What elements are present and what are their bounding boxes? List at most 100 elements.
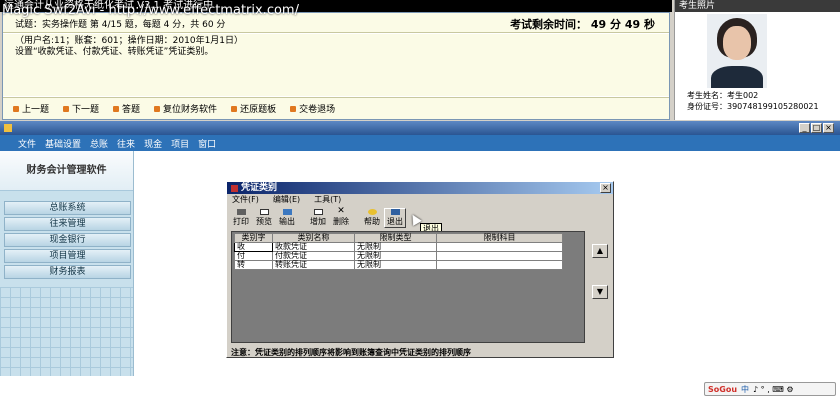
ime-toolbar[interactable]: SoGou 中 ♪ ° , ⌨ ⚙	[704, 382, 836, 396]
dialog-menu-file[interactable]: 文件(F)	[232, 194, 259, 205]
exam-timer: 考试剩余时间： 49 分 49 秒	[510, 18, 655, 31]
new-page-icon	[313, 209, 323, 215]
candidate-name: 考生姓名：考生002	[687, 91, 759, 100]
menu-general-ledger[interactable]: 总账	[90, 137, 108, 150]
print-label: 打印	[233, 217, 249, 226]
table-row[interactable]: 转 转账凭证 无限制	[234, 260, 563, 270]
orange-bullet-icon	[113, 105, 120, 112]
menu-cash[interactable]: 现金	[144, 137, 162, 150]
sidebar-item-reports[interactable]: 财务报表	[4, 265, 131, 279]
cell-limit-type[interactable]: 无限制	[354, 260, 437, 270]
close-app-button[interactable]: ×	[823, 123, 834, 133]
help-icon	[367, 209, 377, 215]
dialog-menu-edit[interactable]: 编辑(E)	[273, 194, 300, 205]
delete-x-icon: ✕	[337, 206, 345, 216]
menu-basic-settings[interactable]: 基础设置	[45, 137, 81, 150]
next-question-button[interactable]: 下一题	[63, 102, 99, 115]
dialog-icon	[231, 184, 238, 192]
move-up-button[interactable]: ▲	[592, 244, 608, 258]
help-label: 帮助	[364, 217, 380, 226]
app-title-bar: _ □ ×	[0, 121, 840, 135]
app-logo-icon	[4, 124, 12, 132]
orange-bullet-icon	[63, 105, 70, 112]
orange-bullet-icon	[290, 105, 297, 112]
dialog-note: 注意：凭证类别的排列顺序将影响到账簿查询中凭证类别的排列顺序	[231, 348, 471, 357]
menu-window[interactable]: 窗口	[198, 137, 216, 150]
preview-icon	[259, 209, 269, 215]
cell-limit-account[interactable]	[436, 251, 563, 261]
menu-project[interactable]: 项目	[171, 137, 189, 150]
dialog-toolbar: 打印 预览 输出 增加 ✕ 删除 帮助 退出 退出	[227, 204, 613, 234]
orange-bullet-icon	[13, 105, 19, 112]
dialog-menu-tools[interactable]: 工具(T)	[314, 194, 341, 205]
question-info: 试题：实务操作题 第 4/15 题，每题 4 分，共 60 分	[15, 20, 226, 30]
cell-limit-account[interactable]	[436, 260, 563, 270]
exam-window-title: 运通会计从业资格无纸化考试 V3.1 考试进行中	[0, 0, 672, 12]
window-controls: _ □ ×	[798, 123, 834, 133]
answer-label: 答题	[122, 105, 141, 115]
sidebar-item-cash-bank[interactable]: 现金银行	[4, 233, 131, 247]
help-button[interactable]: 帮助	[361, 208, 383, 228]
candidate-panel-title: 考生照片	[675, 0, 840, 12]
minimize-button[interactable]: _	[799, 123, 810, 133]
print-button[interactable]: 打印	[230, 208, 252, 228]
export-label: 输出	[279, 217, 295, 226]
exam-info-bar: 试题：实务操作题 第 4/15 题，每题 4 分，共 60 分 考试剩余时间： …	[3, 13, 669, 33]
submit-exit-button[interactable]: 交卷退场	[290, 102, 335, 115]
dialog-close-button[interactable]: ×	[600, 183, 611, 193]
sidebar-pattern	[0, 287, 133, 376]
maximize-button[interactable]: □	[811, 123, 822, 133]
add-button[interactable]: 增加	[307, 208, 329, 228]
export-button[interactable]: 输出	[276, 208, 298, 228]
question-body: （用户名:11；账套：601；操作日期：2010年1月1日） 设置“收款凭证、付…	[3, 34, 669, 96]
question-prompt: 设置“收款凭证、付款凭证、转账凭证”凭证类别。	[15, 47, 214, 57]
exit-button[interactable]: 退出	[384, 208, 406, 228]
sidebar-item-accounts[interactable]: 往来管理	[4, 217, 131, 231]
menu-accounts[interactable]: 往来	[117, 137, 135, 150]
move-down-button[interactable]: ▼	[592, 285, 608, 299]
sidebar: 财务会计管理软件 总账系统 往来管理 现金银行 项目管理 财务报表	[0, 151, 134, 376]
reset-software-label: 复位财务软件	[163, 105, 218, 115]
sidebar-item-general-ledger[interactable]: 总账系统	[4, 201, 131, 215]
exam-toolbar: 上一题 下一题 答题 复位财务软件 还原题板 交卷退场	[3, 97, 669, 119]
preview-button[interactable]: 预览	[253, 208, 275, 228]
dialog-title-bar: 凭证类别	[227, 182, 613, 194]
prev-question-button[interactable]: 上一题	[13, 102, 49, 115]
submit-exit-label: 交卷退场	[299, 105, 336, 115]
preview-label: 预览	[256, 217, 272, 226]
orange-bullet-icon	[231, 105, 238, 112]
voucher-type-table: 类别字 类别名称 限制类型 限制科目 收 收款凭证 无限制 付 付款凭证 无限制…	[234, 233, 563, 270]
ime-symbols-icon[interactable]: ♪ ° , ⌨ ⚙	[753, 385, 794, 394]
printer-icon	[236, 209, 246, 215]
prev-question-label: 上一题	[22, 105, 50, 115]
restore-board-button[interactable]: 还原题板	[231, 102, 276, 115]
dialog-title: 凭证类别	[241, 183, 278, 193]
export-icon	[282, 209, 292, 215]
exit-door-icon	[390, 209, 400, 215]
cell-type-name[interactable]: 转账凭证	[272, 260, 355, 270]
cell-type-code[interactable]: 转	[234, 260, 273, 270]
reset-software-button[interactable]: 复位财务软件	[154, 102, 217, 115]
ime-brand: SoGou	[708, 384, 738, 394]
menu-file[interactable]: 文件	[18, 137, 36, 150]
dialog-menu: 文件(F) 编辑(E) 工具(T)	[227, 194, 613, 204]
question-user-line: （用户名:11；账套：601；操作日期：2010年1月1日）	[15, 36, 244, 46]
app-menu-bar: 文件 基础设置 总账 往来 现金 项目 窗口	[0, 135, 840, 151]
orange-bullet-icon	[154, 105, 161, 112]
add-label: 增加	[310, 217, 326, 226]
answer-button[interactable]: 答题	[113, 102, 140, 115]
exit-label: 退出	[387, 217, 403, 226]
sidebar-item-project[interactable]: 项目管理	[4, 249, 131, 263]
exam-panel: 试题：实务操作题 第 4/15 题，每题 4 分，共 60 分 考试剩余时间： …	[2, 12, 670, 120]
candidate-panel: 考生照片 考生姓名：考生002 身份证号：390748199105280021	[674, 0, 840, 120]
candidate-id: 身份证号：390748199105280021	[687, 102, 819, 111]
delete-label: 删除	[333, 217, 349, 226]
sidebar-logo: 财务会计管理软件	[0, 151, 133, 191]
cell-limit-account[interactable]	[436, 242, 563, 252]
delete-button[interactable]: ✕ 删除	[330, 206, 352, 228]
candidate-info: 考生姓名：考生002 身份证号：390748199105280021	[687, 90, 819, 112]
col-limit-account: 限制科目	[436, 233, 563, 243]
ime-mode[interactable]: 中	[741, 384, 749, 395]
candidate-photo	[707, 14, 767, 88]
restore-board-label: 还原题板	[240, 105, 277, 115]
